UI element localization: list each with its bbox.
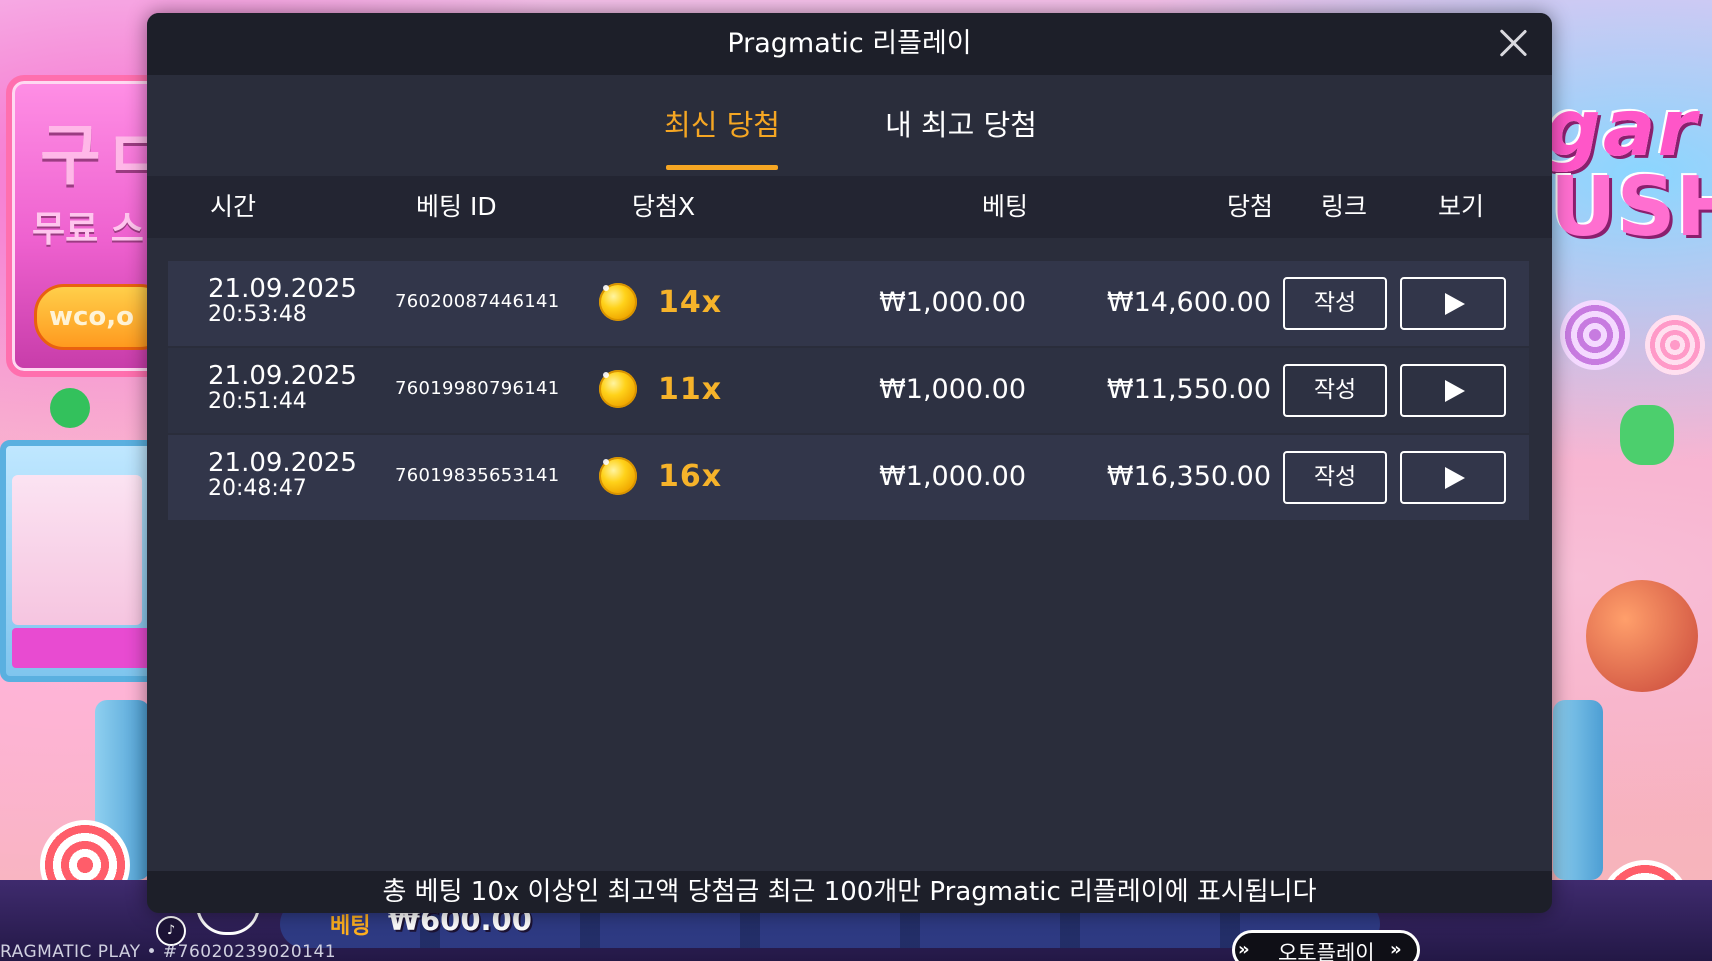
row-multiplier: 16x xyxy=(658,459,723,494)
row-date: 21.09.2025 xyxy=(208,274,357,304)
close-icon[interactable] xyxy=(1493,23,1533,63)
table-row: 21.09.2025 20:48:47 76019835653141 16x ₩… xyxy=(168,435,1529,520)
bg-claw-machine-strip xyxy=(12,628,152,668)
table-row: 21.09.2025 20:53:48 76020087446141 14x ₩… xyxy=(168,261,1529,346)
play-replay-button[interactable] xyxy=(1400,364,1506,417)
provider-round-id: RAGMATIC PLAY • #76020239020141 xyxy=(0,942,337,961)
row-win-amount: ₩16,350.00 xyxy=(1106,461,1271,492)
row-win-amount: ₩14,600.00 xyxy=(1106,287,1271,318)
column-header-view: 보기 xyxy=(1438,192,1485,221)
bg-lollipop-right-2 xyxy=(1645,315,1705,375)
write-link-button[interactable]: 작성 xyxy=(1283,364,1387,417)
active-tab-indicator xyxy=(666,165,778,170)
write-link-button[interactable]: 작성 xyxy=(1283,277,1387,330)
bg-right-pillar xyxy=(1553,700,1603,880)
row-bet-amount: ₩1,000.00 xyxy=(879,374,1026,405)
game-screen: 구ㅁ 무료 스 wco,o gar USH ♪ 베팅 ₩600.00 RAGMA… xyxy=(0,0,1712,961)
bg-green-candy xyxy=(50,388,90,428)
bg-lollipop-right xyxy=(1560,300,1630,370)
row-date: 21.09.2025 xyxy=(208,448,357,478)
bg-green-candy-right xyxy=(1620,405,1674,465)
column-header-multiplier: 당첨X xyxy=(632,192,696,221)
autoplay-label: 오토플레이 xyxy=(1278,941,1375,961)
row-bet-id: 76020087446141 xyxy=(395,291,560,312)
coin-icon xyxy=(599,370,637,408)
bg-promo-subtitle: 무료 스 xyxy=(32,209,144,250)
autoplay-right-icon: » xyxy=(1390,939,1402,960)
tab-bar: 최신 당첨 내 최고 당첨 xyxy=(147,75,1552,169)
bg-claw-machine-window xyxy=(12,475,142,625)
coin-icon xyxy=(599,457,637,495)
row-time: 20:48:47 xyxy=(208,476,307,501)
autoplay-left-icon: » xyxy=(1238,939,1250,960)
row-time: 20:53:48 xyxy=(208,302,307,327)
replay-modal: Pragmatic 리플레이 최신 당첨 내 최고 당첨 시간 베팅 ID 당첨… xyxy=(147,13,1552,913)
tab-my-best-wins[interactable]: 내 최고 당첨 xyxy=(881,95,1041,165)
play-replay-button[interactable] xyxy=(1400,451,1506,504)
row-multiplier: 14x xyxy=(658,285,723,320)
row-bet-id: 76019835653141 xyxy=(395,465,560,486)
column-header-bet: 베팅 xyxy=(981,192,1028,221)
play-replay-button[interactable] xyxy=(1400,277,1506,330)
bg-game-logo-bottom: USH xyxy=(1550,160,1712,255)
row-date: 21.09.2025 xyxy=(208,361,357,391)
column-header-bet-id: 베팅 ID xyxy=(416,192,497,221)
row-bet-id: 76019980796141 xyxy=(395,378,560,399)
write-link-button[interactable]: 작성 xyxy=(1283,451,1387,504)
row-bet-amount: ₩1,000.00 xyxy=(879,461,1026,492)
play-icon xyxy=(1445,380,1465,402)
column-header-link: 링크 xyxy=(1321,192,1368,221)
bg-sprinkle-ball xyxy=(1586,580,1698,692)
row-multiplier: 11x xyxy=(658,372,723,407)
table-header: 시간 베팅 ID 당첨X 베팅 당첨 링크 보기 xyxy=(147,176,1552,238)
play-icon xyxy=(1445,293,1465,315)
column-header-win: 당첨 xyxy=(1226,192,1273,221)
row-bet-amount: ₩1,000.00 xyxy=(879,287,1026,318)
tab-latest-wins[interactable]: 최신 당첨 xyxy=(656,95,788,165)
play-icon xyxy=(1445,467,1465,489)
column-header-time: 시간 xyxy=(210,192,257,221)
modal-title: Pragmatic 리플레이 xyxy=(727,28,972,59)
row-win-amount: ₩11,550.00 xyxy=(1106,374,1271,405)
coin-icon xyxy=(599,283,637,321)
table-row: 21.09.2025 20:51:44 76019980796141 11x ₩… xyxy=(168,348,1529,433)
replay-info-note: 총 베팅 10x 이상인 최고액 당첨금 최근 100개만 Pragmatic … xyxy=(147,871,1552,913)
row-time: 20:51:44 xyxy=(208,389,307,414)
